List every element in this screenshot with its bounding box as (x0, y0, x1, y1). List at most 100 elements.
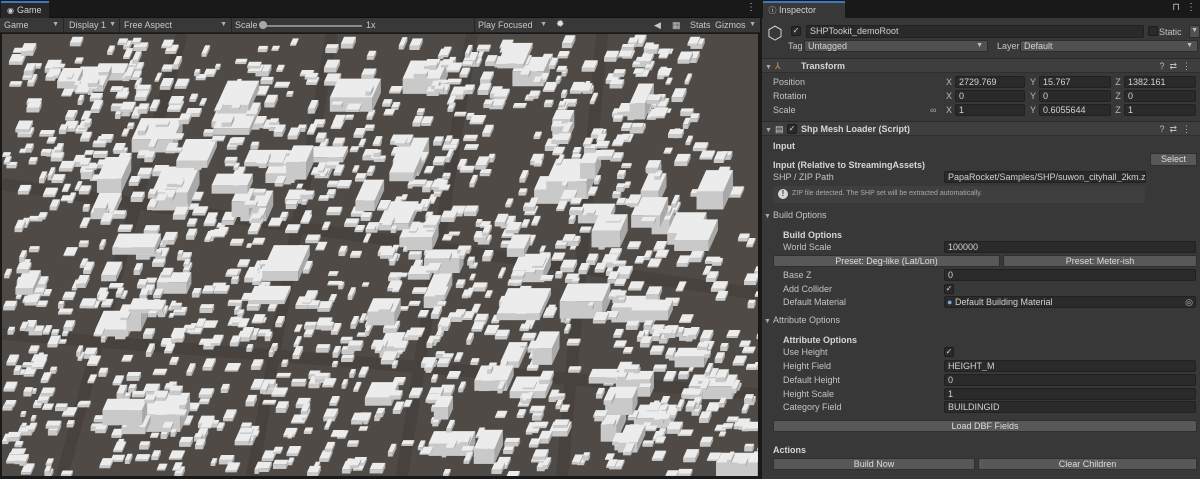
building (698, 411, 712, 423)
building (532, 421, 549, 429)
building (286, 446, 302, 457)
game-tab[interactable]: ◉ Game (1, 1, 49, 18)
inspector-tab[interactable]: ⓘ Inspector (763, 1, 845, 18)
building (3, 381, 18, 392)
building (214, 63, 221, 70)
position-z-field[interactable]: 1382.161 (1124, 76, 1196, 88)
preset-icon[interactable]: ⇄ (1169, 124, 1182, 134)
game-mode-dropdown[interactable]: Game ▼ (0, 18, 62, 32)
building (237, 259, 251, 268)
building (604, 453, 615, 460)
lock-icon[interactable]: ⊓ (1172, 2, 1180, 13)
display-dropdown[interactable]: Display 1 ▼ (65, 18, 119, 32)
build-now-button[interactable]: Build Now (773, 458, 975, 470)
scale-slider-track[interactable] (262, 25, 362, 27)
height-scale-input[interactable]: 1 (944, 388, 1196, 400)
static-checkbox[interactable] (1148, 26, 1158, 36)
building (741, 346, 756, 354)
building (454, 111, 467, 117)
kebab-menu-icon[interactable]: ⋮ (1186, 2, 1196, 14)
building (358, 138, 367, 148)
category-field-input[interactable]: BUILDINGID (944, 401, 1196, 413)
default-height-input[interactable]: 0 (944, 374, 1196, 386)
layer-dropdown[interactable]: Default ▼ (1020, 40, 1198, 52)
building (252, 237, 266, 245)
building (434, 85, 445, 93)
building (115, 91, 130, 99)
building (28, 157, 38, 165)
building (676, 255, 692, 267)
scale-y-field[interactable]: 0.6055644 (1039, 104, 1111, 116)
material-icon: ● (947, 297, 953, 307)
kebab-menu-icon[interactable]: ⋮ (1182, 124, 1196, 134)
active-checkbox[interactable]: ✓ (791, 26, 801, 36)
add-collider-checkbox[interactable]: ✓ (944, 284, 954, 294)
base-z-field[interactable]: 0 (944, 269, 1196, 281)
building (676, 468, 693, 476)
default-material-field[interactable]: ● Default Building Material ◎ (944, 296, 1196, 308)
building (411, 179, 427, 187)
building (627, 281, 645, 291)
object-picker-icon[interactable]: ◎ (1185, 297, 1193, 307)
transform-header[interactable]: ▼ ⅄ Transform ?⇄⋮ (762, 58, 1200, 73)
object-name-field[interactable]: SHPTookit_demoRoot (806, 25, 1144, 38)
building (229, 335, 242, 347)
building (41, 403, 55, 410)
select-button[interactable]: Select (1150, 153, 1197, 166)
shp-mesh-loader-header[interactable]: ▼ ▤ ✓ Shp Mesh Loader (Script) ?⇄⋮ (762, 121, 1200, 136)
preset-icon[interactable]: ⇄ (1169, 61, 1182, 71)
speaker-icon[interactable]: ◀ (650, 18, 664, 32)
rotation-x-field[interactable]: 0 (955, 90, 1025, 102)
component-enabled-checkbox[interactable]: ✓ (787, 124, 797, 134)
attribute-options-foldout-label: Attribute Options (773, 315, 841, 325)
world-scale-field[interactable]: 100000 (944, 241, 1196, 253)
height-field-input[interactable]: HEIGHT_M (944, 360, 1196, 372)
scale-slider-handle[interactable] (259, 21, 267, 29)
building (137, 103, 150, 114)
building (189, 93, 199, 102)
stats-toggle[interactable]: Stats (686, 18, 712, 32)
use-height-checkbox[interactable]: ✓ (944, 347, 954, 357)
rotation-y-field[interactable]: 0 (1039, 90, 1111, 102)
position-x-field[interactable]: 2729.769 (955, 76, 1025, 88)
building (75, 274, 90, 288)
transform-title: Transform (801, 61, 846, 71)
gizmos-dropdown[interactable]: Gizmos ▼ (711, 18, 759, 32)
toolbar-divider (63, 18, 64, 32)
attribute-options-foldout[interactable]: ▼ Attribute Options (764, 315, 840, 325)
rotation-z-field[interactable]: 0 (1124, 90, 1196, 102)
building (222, 409, 237, 422)
game-toolbar: Game ▼ Display 1 ▼ Free Aspect ▼ Scale 1… (0, 18, 760, 33)
building (112, 375, 125, 386)
link-icon[interactable]: ∞ (930, 104, 936, 117)
building (613, 114, 624, 122)
path-field[interactable]: PapaRocket/Samples/SHP/suwon_cityhall_2k… (944, 171, 1146, 183)
tag-label: Tag (788, 41, 803, 51)
help-icon[interactable]: ? (1159, 61, 1169, 71)
building (102, 398, 148, 426)
kebab-menu-icon[interactable]: ⋮ (746, 2, 756, 14)
play-mode-dropdown[interactable]: Play Focused ▼ (474, 18, 550, 32)
display-label: Display 1 (69, 20, 107, 30)
help-icon[interactable]: ? (1159, 124, 1169, 134)
preset-deg-button[interactable]: Preset: Deg-like (Lat/Lon) (773, 255, 1000, 267)
building (595, 140, 610, 149)
static-dropdown[interactable]: ▼ (1189, 25, 1200, 38)
aspect-dropdown[interactable]: Free Aspect ▼ (120, 18, 230, 32)
scale-x-field[interactable]: 1 (955, 104, 1025, 116)
use-height-row: Use Height ✓ (762, 346, 1200, 359)
building (482, 124, 494, 137)
scale-z-field[interactable]: 1 (1124, 104, 1196, 116)
preset-meter-button[interactable]: Preset: Meter-ish (1003, 255, 1197, 267)
game-viewport[interactable] (2, 34, 758, 476)
build-options-foldout[interactable]: ▼ Build Options (764, 210, 827, 220)
sun-icon[interactable]: ✹ (552, 18, 566, 32)
position-y-field[interactable]: 15.767 (1039, 76, 1111, 88)
clear-children-button[interactable]: Clear Children (978, 458, 1197, 470)
keyboard-icon[interactable]: ▦ (668, 18, 684, 32)
kebab-menu-icon[interactable]: ⋮ (1182, 61, 1196, 71)
building (93, 150, 109, 158)
info-icon: ! (778, 189, 788, 199)
tag-dropdown[interactable]: Untagged ▼ (804, 40, 988, 52)
load-dbf-fields-button[interactable]: Load DBF Fields (773, 420, 1197, 432)
